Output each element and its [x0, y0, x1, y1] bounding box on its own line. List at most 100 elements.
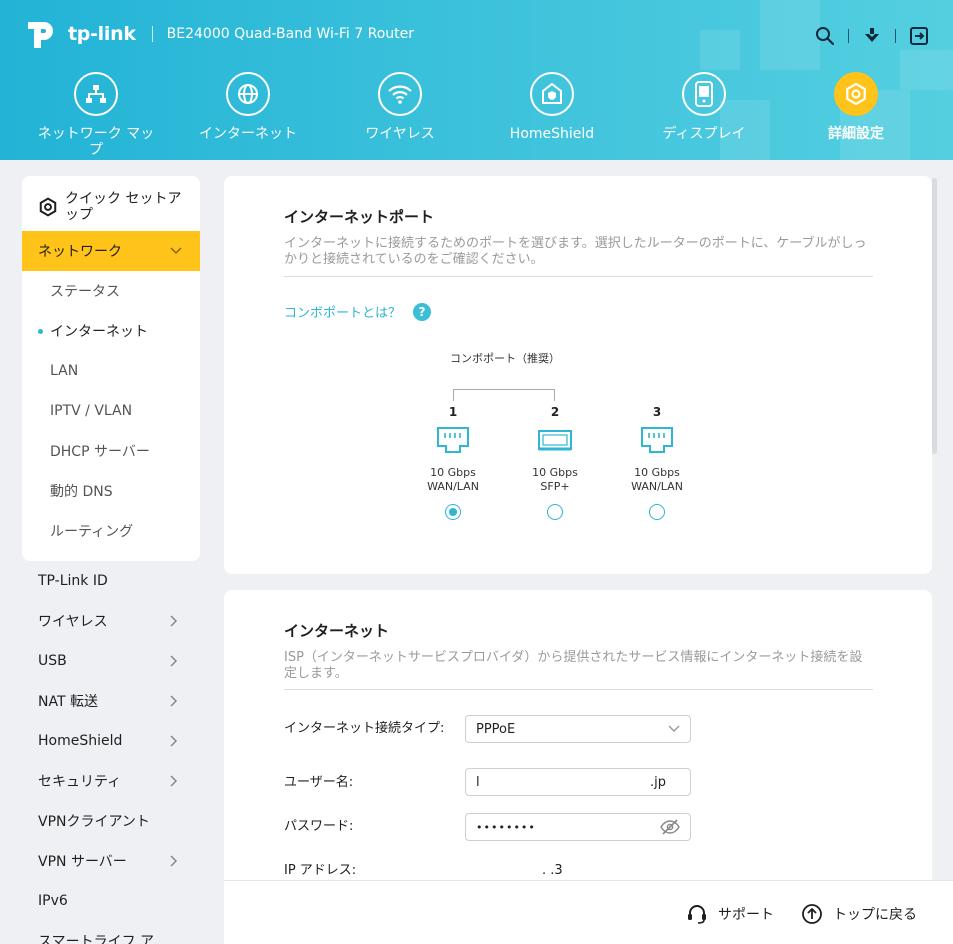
- nav-advanced[interactable]: 詳細設定: [780, 72, 932, 158]
- sidebar-sub-routing[interactable]: ルーティング: [22, 511, 200, 551]
- globe-icon: [226, 72, 270, 116]
- chevron-right-icon: [170, 655, 178, 667]
- nav-internet[interactable]: インターネット: [172, 72, 324, 158]
- nav-network-map[interactable]: ネットワーク マップ: [20, 72, 172, 158]
- combo-port-link-text: コンボポートとは？: [284, 306, 402, 321]
- port-option-1[interactable]: 1 10 Gbps WAN/LAN: [413, 405, 493, 520]
- sidebar-item-label: VPNクライアント: [38, 814, 150, 830]
- sidebar-item-ipv6[interactable]: IPv6: [22, 881, 200, 921]
- sidebar-item-label: IPv6: [38, 893, 68, 909]
- header-decoration: [700, 30, 740, 70]
- eye-off-icon[interactable]: [660, 819, 680, 835]
- sidebar-item-tplink-id[interactable]: TP-Link ID: [22, 561, 200, 601]
- brand-name: tp-link: [68, 23, 136, 45]
- sidebar-item-network[interactable]: ネットワーク: [22, 231, 200, 271]
- sidebar-sub-internet[interactable]: インターネット: [22, 311, 200, 351]
- nav-wireless[interactable]: ワイヤレス: [324, 72, 476, 158]
- sidebar-item-quick-setup[interactable]: クイック セットアップ: [22, 176, 200, 231]
- nav-label: ワイヤレス: [365, 126, 435, 142]
- combo-port-help-link[interactable]: コンボポートとは？ ?: [284, 302, 432, 321]
- port-speed: 10 Gbps: [532, 466, 578, 479]
- sidebar-sub-lan[interactable]: LAN: [22, 351, 200, 391]
- port-speed: 10 Gbps: [430, 466, 476, 479]
- chevron-right-icon: [170, 735, 178, 747]
- sidebar-sub-status[interactable]: ステータス: [22, 271, 200, 311]
- logout-icon[interactable]: [907, 24, 931, 48]
- tp-link-logo-icon: [28, 22, 53, 48]
- ethernet-port-icon: [641, 427, 673, 453]
- sidebar-sub-dhcp-server[interactable]: DHCP サーバー: [22, 431, 200, 471]
- sidebar-item-vpn-client[interactable]: VPNクライアント: [22, 801, 200, 841]
- username-input[interactable]: l .jp: [465, 768, 691, 796]
- header-divider: [848, 29, 849, 43]
- port-2-radio[interactable]: [547, 504, 563, 520]
- section-description: ISP（インターネットサービスプロバイダ）から提供されたサービス情報にインターネ…: [284, 650, 863, 681]
- nav-label: HomeShield: [509, 126, 595, 142]
- section-title: インターネット: [284, 622, 390, 640]
- sidebar-item-label: セキュリティ: [38, 774, 122, 790]
- network-map-icon: [74, 72, 118, 116]
- sidebar-item-security[interactable]: セキュリティ: [22, 761, 200, 801]
- sidebar-item-wireless[interactable]: ワイヤレス: [22, 601, 200, 641]
- nav-label: インターネット: [199, 126, 297, 142]
- footer-bar: サポート トップに戻る: [224, 880, 953, 944]
- ip-address-label: IP アドレス:: [284, 863, 357, 878]
- sidebar-item-label: VPN サーバー: [38, 854, 127, 870]
- nav-display[interactable]: ディスプレイ: [628, 72, 780, 158]
- port-number: 3: [652, 405, 662, 419]
- connection-type-select[interactable]: PPPoE: [465, 715, 691, 743]
- port-type: WAN/LAN: [427, 480, 479, 493]
- support-label: サポート: [718, 907, 774, 923]
- display-icon: [682, 72, 726, 116]
- main-nav: ネットワーク マップ インターネット ワイヤレス HomeShield ディスプ…: [20, 72, 932, 158]
- sidebar-item-label: USB: [38, 653, 67, 669]
- chevron-right-icon: [170, 775, 178, 787]
- search-icon[interactable]: [813, 24, 837, 48]
- password-input[interactable]: ••••••••: [465, 813, 691, 841]
- support-button[interactable]: サポート: [686, 903, 774, 925]
- sidebar-item-nat-forwarding[interactable]: NAT 転送: [22, 681, 200, 721]
- sidebar-item-homeshield[interactable]: HomeShield: [22, 721, 200, 761]
- port-speed: 10 Gbps: [634, 466, 680, 479]
- sfp-port-icon: [538, 430, 572, 451]
- sidebar-panel: クイック セットアップ ネットワーク ステータス インターネット LAN IPT…: [22, 176, 200, 561]
- back-to-top-label: トップに戻る: [833, 907, 917, 923]
- ethernet-port-icon: [437, 427, 469, 453]
- port-number: 2: [550, 405, 560, 419]
- chevron-right-icon: [170, 855, 178, 867]
- section-description: インターネットに接続するためのポートを選びます。選択したルーターのポートに、ケー…: [284, 236, 867, 267]
- username-label: ユーザー名:: [284, 775, 354, 790]
- internet-port-card: インターネットポート インターネットに接続するためのポートを選びます。選択したル…: [224, 176, 932, 574]
- ip-address-value: . .3: [542, 863, 563, 878]
- top-header: tp-link BE24000 Quad-Band Wi-Fi 7 Router…: [0, 0, 953, 160]
- sidebar-item-label: NAT 転送: [38, 694, 98, 710]
- update-download-icon[interactable]: [860, 24, 884, 48]
- section-divider: [284, 276, 873, 277]
- port-option-3[interactable]: 3 10 Gbps WAN/LAN: [617, 405, 697, 520]
- port-option-2[interactable]: 2 10 Gbps SFP+: [515, 405, 595, 520]
- nav-label: 詳細設定: [828, 126, 884, 142]
- content-scrollbar[interactable]: [932, 178, 937, 454]
- connection-type-value: PPPoE: [476, 721, 516, 737]
- back-to-top-button[interactable]: トップに戻る: [801, 903, 917, 925]
- sidebar-item-vpn-server[interactable]: VPN サーバー: [22, 841, 200, 881]
- chevron-right-icon: [170, 695, 178, 707]
- wifi-icon: [378, 72, 422, 116]
- port-type: WAN/LAN: [631, 480, 683, 493]
- nav-homeshield[interactable]: HomeShield: [476, 72, 628, 158]
- sidebar-item-smart-life[interactable]: スマートライフ ア: [22, 921, 200, 944]
- sidebar-item-label: ワイヤレス: [38, 614, 108, 630]
- chevron-right-icon: [170, 615, 178, 627]
- port-1-radio[interactable]: [445, 504, 461, 520]
- chevron-down-icon: [668, 725, 680, 732]
- sidebar-item-label: ネットワーク: [38, 244, 122, 260]
- sidebar-sub-dynamic-dns[interactable]: 動的 DNS: [22, 471, 200, 511]
- arrow-up-circle-icon: [802, 904, 822, 924]
- router-model: BE24000 Quad-Band Wi-Fi 7 Router: [166, 26, 415, 42]
- sidebar-item-usb[interactable]: USB: [22, 641, 200, 681]
- help-icon[interactable]: ?: [413, 302, 432, 321]
- sidebar-sub-iptv-vlan[interactable]: IPTV / VLAN: [22, 391, 200, 431]
- port-3-radio[interactable]: [649, 504, 665, 520]
- sidebar: クイック セットアップ ネットワーク ステータス インターネット LAN IPT…: [22, 176, 200, 944]
- section-divider: [284, 689, 873, 690]
